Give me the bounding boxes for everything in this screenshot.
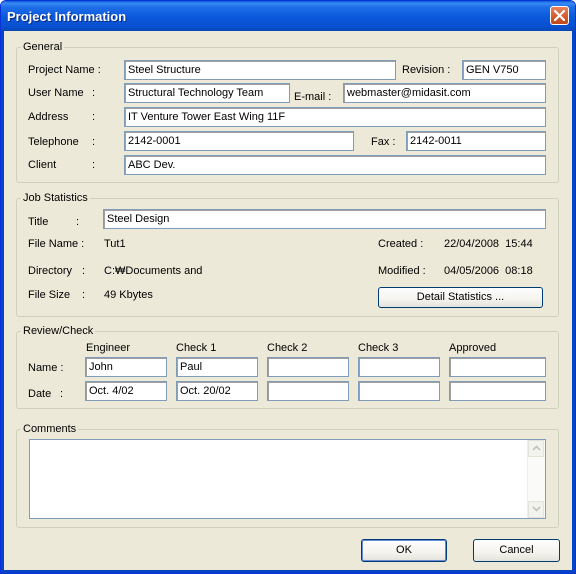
project-name-label: Project Name : xyxy=(28,64,101,76)
job-title-colon: : xyxy=(76,216,80,228)
col-check1-header: Check 1 xyxy=(176,342,217,354)
scroll-down-button[interactable] xyxy=(528,501,544,518)
project-information-dialog: Project Information General Project Name… xyxy=(0,0,576,574)
approved-date-field[interactable] xyxy=(449,381,546,401)
revision-label: Revision : xyxy=(402,64,451,76)
client-label: Client xyxy=(28,159,57,171)
check2-name-field[interactable] xyxy=(267,357,349,377)
title-bar[interactable]: Project Information xyxy=(1,1,575,31)
fax-field[interactable]: 2142-0011 xyxy=(406,131,546,151)
job-statistics-legend: Job Statistics xyxy=(23,192,88,204)
col-engineer-header: Engineer xyxy=(86,342,131,354)
review-name-label: Name : xyxy=(28,362,64,374)
address-label: Address xyxy=(28,111,69,123)
directory-value: C:₩Documents and xyxy=(104,265,203,277)
general-legend: General xyxy=(23,41,63,53)
email-label: E-mail : xyxy=(294,91,332,103)
telephone-label: Telephone xyxy=(28,136,79,148)
check3-date-field[interactable] xyxy=(358,381,440,401)
comments-textarea[interactable] xyxy=(29,439,546,519)
modified-value: 04/05/2006 08:18 xyxy=(444,265,533,277)
user-name-label: User Name xyxy=(28,87,84,99)
job-title-label: Title xyxy=(28,216,49,228)
user-name-field[interactable]: Structural Technology Team xyxy=(124,83,290,103)
user-name-colon: : xyxy=(92,87,96,99)
address-field[interactable]: IT Venture Tower East Wing 11F xyxy=(124,107,546,127)
approved-name-field[interactable] xyxy=(449,357,546,377)
scroll-up-arrow-icon xyxy=(532,445,541,451)
review-date-label: Date xyxy=(28,388,52,400)
review-date-colon: : xyxy=(60,388,64,400)
project-name-field[interactable]: Steel Structure xyxy=(124,60,396,80)
client-colon: : xyxy=(92,159,96,171)
col-approved-header: Approved xyxy=(449,342,497,354)
close-icon xyxy=(554,10,565,21)
check2-date-field[interactable] xyxy=(267,381,349,401)
engineer-date-field[interactable]: Oct. 4/02 xyxy=(85,381,167,401)
check1-name-field[interactable]: Paul xyxy=(176,357,258,377)
engineer-name-field[interactable]: John xyxy=(85,357,167,377)
cancel-button[interactable]: Cancel xyxy=(473,539,560,562)
email-field[interactable]: webmaster@midasit.com xyxy=(343,83,546,103)
job-title-field[interactable]: Steel Design xyxy=(103,209,546,229)
revision-field[interactable]: GEN V750 xyxy=(462,60,546,80)
created-value: 22/04/2008 15:44 xyxy=(444,238,533,250)
scroll-up-button[interactable] xyxy=(528,440,544,457)
file-size-label: File Size xyxy=(28,289,71,301)
col-check3-header: Check 3 xyxy=(358,342,399,354)
file-name-label: File Name : xyxy=(28,238,85,250)
client-field[interactable]: ABC Dev. xyxy=(124,155,546,175)
file-name-value: Tut1 xyxy=(104,238,126,250)
directory-colon: : xyxy=(82,265,86,277)
scroll-down-arrow-icon xyxy=(532,506,541,512)
directory-label: Directory xyxy=(28,265,73,277)
file-size-value: 49 Kbytes xyxy=(104,289,153,301)
close-button[interactable] xyxy=(550,6,569,25)
dialog-title: Project Information xyxy=(7,9,127,24)
created-label: Created : xyxy=(378,238,424,250)
review-check-legend: Review/Check xyxy=(23,325,94,337)
check1-date-field[interactable]: Oct. 20/02 xyxy=(176,381,258,401)
comments-scrollbar[interactable] xyxy=(527,440,545,518)
ok-button[interactable]: OK xyxy=(361,539,447,562)
file-size-colon: : xyxy=(82,289,86,301)
col-check2-header: Check 2 xyxy=(267,342,308,354)
telephone-colon: : xyxy=(92,136,96,148)
modified-label: Modified : xyxy=(378,265,426,277)
detail-statistics-button[interactable]: Detail Statistics ... xyxy=(378,287,543,308)
fax-label: Fax : xyxy=(371,136,396,148)
comments-legend: Comments xyxy=(23,423,77,435)
telephone-field[interactable]: 2142-0001 xyxy=(124,131,354,151)
address-colon: : xyxy=(92,111,96,123)
check3-name-field[interactable] xyxy=(358,357,440,377)
